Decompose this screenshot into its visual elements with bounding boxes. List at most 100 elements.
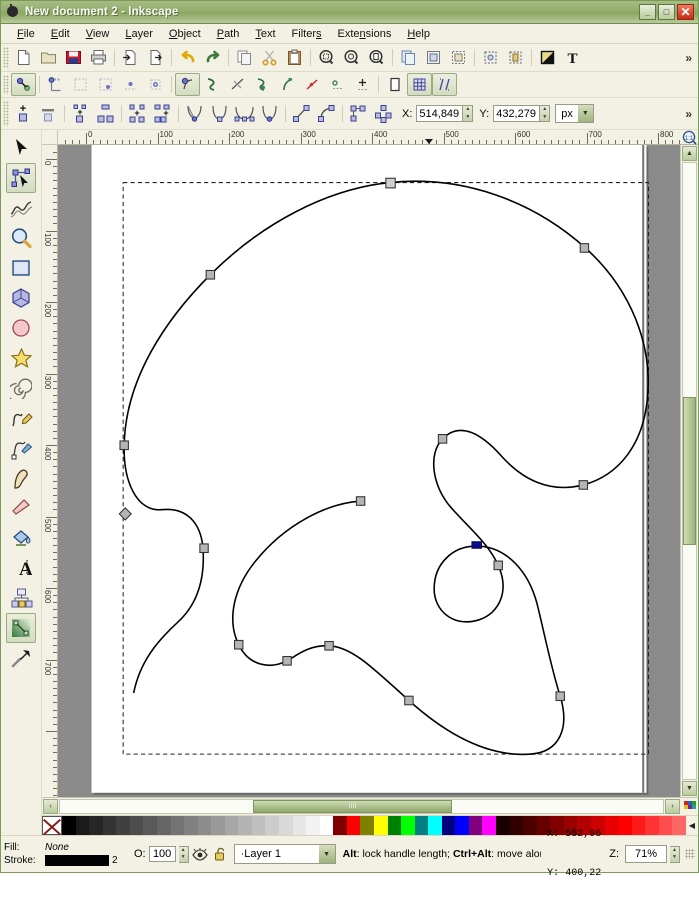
palette-swatch[interactable] [360,816,374,835]
snap-bbox-edge-icon[interactable] [68,73,93,96]
connector-tool[interactable] [6,583,36,613]
save-document-icon[interactable] [61,46,86,69]
opacity-spin-buttons[interactable]: ▲▼ [179,846,189,863]
horizontal-scroll-track[interactable]: IIII [59,799,664,814]
palette-swatch[interactable] [238,816,252,835]
palette-swatch[interactable] [198,816,212,835]
node-handle[interactable] [386,178,395,188]
snap-guide-icon[interactable] [432,73,457,96]
delete-segment-button[interactable]: + [150,102,175,125]
opacity-value[interactable]: 100 [149,846,176,862]
palette-swatch[interactable] [225,816,239,835]
menu-help[interactable]: Help [399,27,438,41]
ruler-corner[interactable] [42,130,58,145]
make-corner-button[interactable] [182,102,207,125]
menu-path[interactable]: Path [209,27,248,41]
spiral-tool[interactable] [6,373,36,403]
palette-swatch[interactable] [211,816,225,835]
snap-nodes-icon[interactable] [175,73,200,96]
palette-swatch[interactable] [469,816,483,835]
tweak-tool[interactable] [6,193,36,223]
make-curve-button[interactable] [314,102,339,125]
chevron-down-icon[interactable]: ▼ [578,105,593,122]
import-icon[interactable] [118,46,143,69]
calligraphy-tool[interactable] [6,463,36,493]
chevron-down-icon[interactable]: ▼ [319,845,335,863]
palette-swatch[interactable] [401,816,415,835]
palette-swatch[interactable] [252,816,266,835]
star-tool[interactable] [6,343,36,373]
snap-path-icon[interactable] [200,73,225,96]
zoom-selection-icon[interactable] [314,46,339,69]
snap-path-intersection-icon[interactable] [225,73,250,96]
palette-swatch[interactable] [62,816,76,835]
node-handle-selected[interactable] [472,542,481,548]
dropper-tool[interactable] [6,643,36,673]
gradient-tool[interactable] [6,613,36,643]
palette-swatch[interactable] [130,816,144,835]
palette-swatch[interactable] [659,816,673,835]
palette-swatch[interactable] [374,816,388,835]
zoom-page-icon[interactable] [364,46,389,69]
node-tool[interactable] [6,163,36,193]
stroke-color-swatch[interactable] [45,855,109,866]
object-to-path-button[interactable] [346,102,371,125]
palette-swatch[interactable] [645,816,659,835]
palette-swatch[interactable] [632,816,646,835]
open-document-icon[interactable] [36,46,61,69]
text-properties-icon[interactable]: T [560,46,585,69]
redo-icon[interactable] [200,46,225,69]
zoom-spin-buttons[interactable]: ▲▼ [670,846,680,863]
palette-swatch[interactable] [333,816,347,835]
snap-smooth-node-icon[interactable] [275,73,300,96]
snap-bbox-corner-icon[interactable] [93,73,118,96]
horizontal-scroll-thumb[interactable]: IIII [253,800,452,813]
node-handle[interactable] [356,497,364,506]
palette-none-swatch[interactable] [42,816,62,835]
pen-tool[interactable] [6,433,36,463]
node-handle[interactable] [579,481,587,490]
palette-scroll-arrow-icon[interactable]: ◀ [686,816,698,835]
cut-icon[interactable] [257,46,282,69]
make-auto-button[interactable] [257,102,282,125]
node-handle[interactable] [235,640,243,649]
zoom-value[interactable]: 71% [625,845,667,863]
scroll-right-button[interactable]: › [665,799,680,814]
duplicate-icon[interactable] [396,46,421,69]
make-line-button[interactable] [289,102,314,125]
pencil-tool[interactable] [6,403,36,433]
palette-swatch[interactable] [388,816,402,835]
node-toolbar-grip[interactable] [3,101,9,125]
stroke-width-value[interactable]: 2 [112,854,118,867]
snap-bounding-box-icon[interactable] [43,73,68,96]
window-resize-grip[interactable] [685,849,695,859]
palette-swatch[interactable] [89,816,103,835]
close-button[interactable]: ✕ [677,4,694,20]
menu-layer[interactable]: Layer [117,27,161,41]
scroll-left-button[interactable]: ‹ [43,799,58,814]
snap-page-border-icon[interactable] [382,73,407,96]
palette-swatch[interactable] [116,816,130,835]
horizontal-ruler[interactable]: 0100200300400500600700800 [58,130,680,145]
node-toolbar-overflow-icon[interactable]: » [685,107,692,121]
palette-swatch[interactable] [510,816,524,835]
node-handle[interactable] [200,544,208,553]
export-icon[interactable] [143,46,168,69]
vertical-scroll-track[interactable] [682,162,697,780]
node-handle[interactable] [438,435,446,444]
palette-swatch[interactable] [293,816,307,835]
snap-cusp-node-icon[interactable] [250,73,275,96]
snap-toolbar-grip[interactable] [3,75,9,95]
scroll-down-button[interactable]: ▼ [682,781,697,796]
snap-enable-icon[interactable] [11,73,36,96]
node-handle[interactable] [580,244,588,253]
eye-icon[interactable] [192,846,209,863]
palette-swatch[interactable] [442,816,456,835]
command-bar-grip[interactable] [3,47,9,68]
drawing-canvas[interactable] [58,145,680,797]
palette-swatch[interactable] [76,816,90,835]
copy-icon[interactable] [232,46,257,69]
text-tool[interactable]: A [6,553,36,583]
scroll-up-button[interactable]: ▲ [682,146,697,161]
canvas-svg[interactable] [58,145,680,797]
